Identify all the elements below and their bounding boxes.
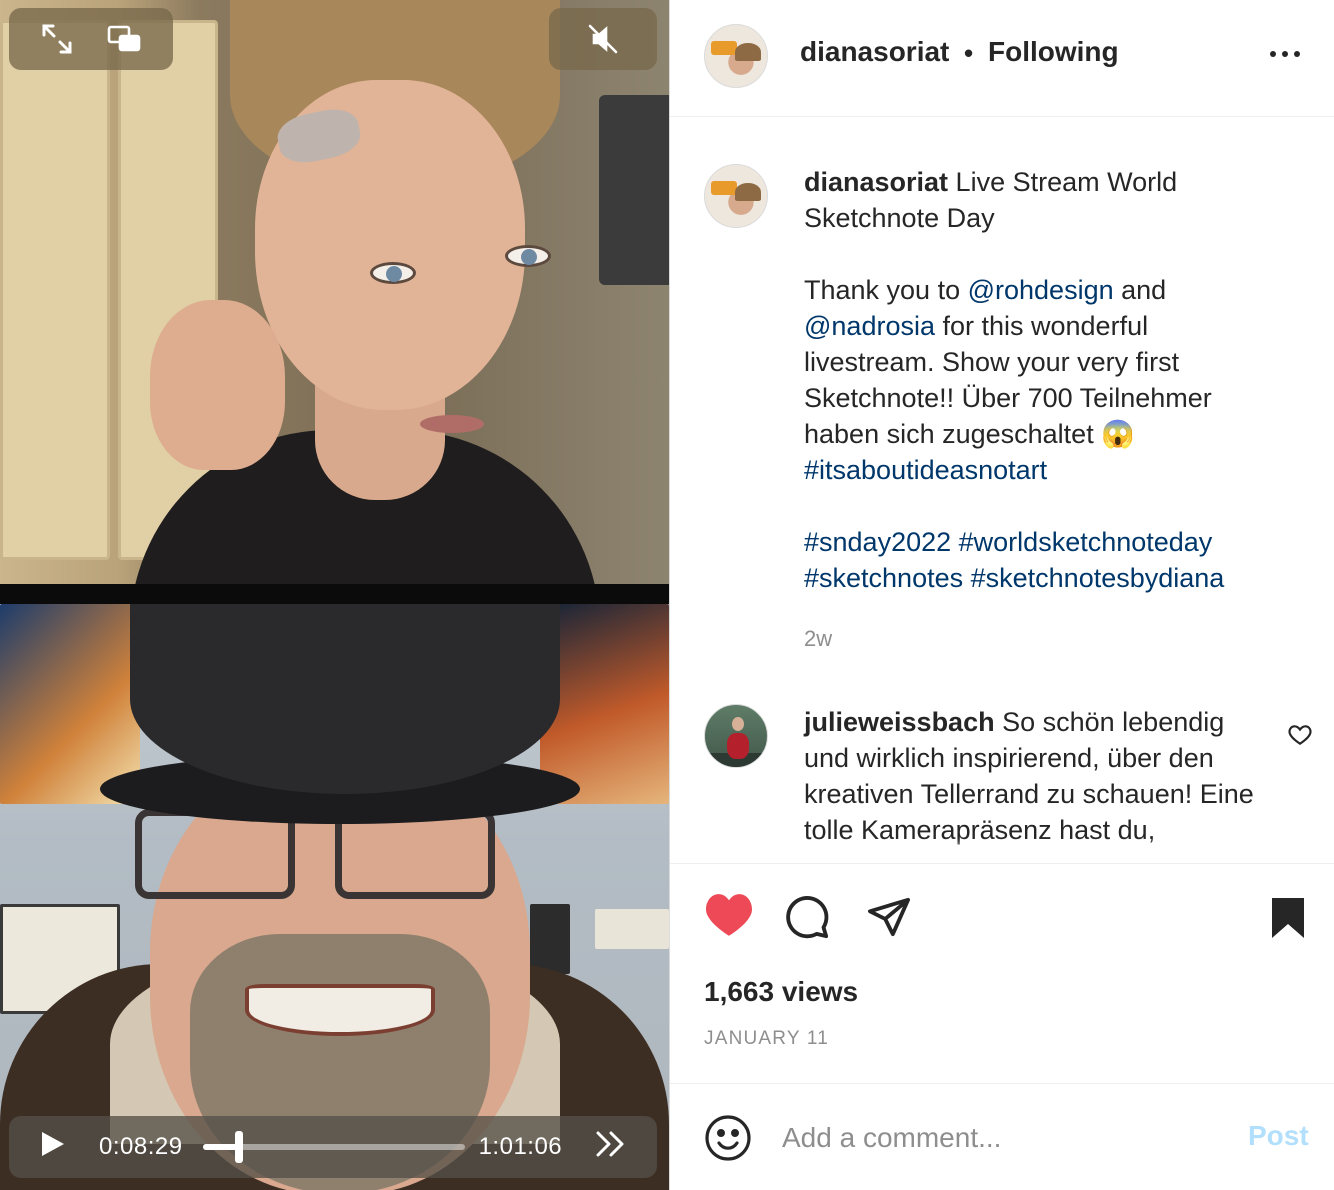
header-separator: • [964, 38, 974, 68]
seek-handle[interactable] [234, 1131, 243, 1163]
caption-text: Thank you to [804, 275, 961, 305]
post-header: dianasoriat • Following [670, 0, 1334, 117]
mention-link[interactable]: @nadrosia [804, 311, 935, 341]
seek-progress [202, 1144, 239, 1150]
fast-forward-icon[interactable] [594, 1129, 628, 1166]
background-monitor [599, 95, 669, 285]
add-comment-bar: Post [670, 1083, 1334, 1190]
comment-item: julieweissbach So schön lebendig und wir… [804, 704, 1264, 848]
speaker [530, 904, 570, 974]
hashtag-link[interactable]: #sketchnotesbydiana [971, 563, 1225, 593]
video-player[interactable]: 0:08:29 1:01:06 [0, 0, 669, 1190]
post-comment-button[interactable]: Post [1248, 1120, 1309, 1152]
avatar[interactable] [704, 704, 768, 768]
hashtag-link[interactable]: #worldsketchnoteday [959, 527, 1213, 557]
video-top-left-controls [9, 8, 173, 70]
like-heart-icon[interactable] [704, 892, 754, 943]
bookmark-icon[interactable] [1268, 896, 1308, 945]
participant-cap [130, 604, 560, 794]
hashtag-link[interactable]: #itsaboutideasnotart [804, 455, 1047, 485]
mute-button[interactable] [549, 8, 657, 70]
comment-username[interactable]: julieweissbach [804, 707, 995, 737]
playback-bar: 0:08:29 1:01:06 [9, 1116, 657, 1178]
caption-username[interactable]: dianasoriat [804, 167, 948, 197]
license-plate [595, 909, 669, 949]
share-send-icon[interactable] [866, 896, 912, 943]
post-actions: 1,663 views JANUARY 11 [670, 863, 1334, 1083]
comment-input[interactable] [782, 1116, 1202, 1160]
current-time: 0:08:29 [99, 1133, 183, 1160]
post-caption: dianasoriat Live Stream World Sketchnote… [804, 164, 1284, 596]
eye [370, 262, 416, 284]
mention-link[interactable]: @rohdesign [968, 275, 1114, 305]
mouth [420, 415, 484, 433]
post-sidebar: dianasoriat • Following dianasoriat Live… [669, 0, 1334, 1190]
duration-time: 1:01:06 [478, 1133, 563, 1160]
more-options-icon[interactable] [1268, 42, 1302, 66]
comment-like-icon[interactable] [1287, 722, 1313, 748]
hashtag-link[interactable]: #sketchnotes [804, 563, 963, 593]
cabinet-door [0, 20, 110, 560]
picture-in-picture-icon[interactable] [106, 24, 142, 54]
author-username[interactable]: dianasoriat [800, 36, 949, 68]
seek-slider[interactable] [202, 1131, 465, 1163]
comments-scroll-area[interactable]: dianasoriat Live Stream World Sketchnote… [670, 118, 1334, 863]
avatar[interactable] [704, 164, 768, 228]
eye [505, 245, 551, 267]
view-count[interactable]: 1,663 views [704, 976, 858, 1008]
post-age[interactable]: 2w [804, 626, 832, 652]
muted-speaker-icon [586, 22, 620, 56]
emoji-smiley-icon[interactable] [704, 1114, 752, 1167]
participant-video-top [0, 0, 669, 584]
comment-bubble-icon[interactable] [784, 894, 830, 945]
hand [150, 300, 285, 470]
split-divider [0, 584, 669, 604]
play-icon[interactable] [37, 1129, 67, 1166]
caption-text: and [1121, 275, 1167, 305]
hashtag-link[interactable]: #snday2022 [804, 527, 951, 557]
smile [245, 984, 435, 1036]
following-button[interactable]: Following [988, 36, 1119, 68]
participant-video-bottom [0, 604, 669, 1190]
scroll-fade [670, 838, 1334, 863]
movie-poster [0, 604, 140, 804]
avatar[interactable] [704, 24, 768, 88]
expand-icon[interactable] [40, 22, 74, 56]
post-date[interactable]: JANUARY 11 [704, 1028, 829, 1050]
